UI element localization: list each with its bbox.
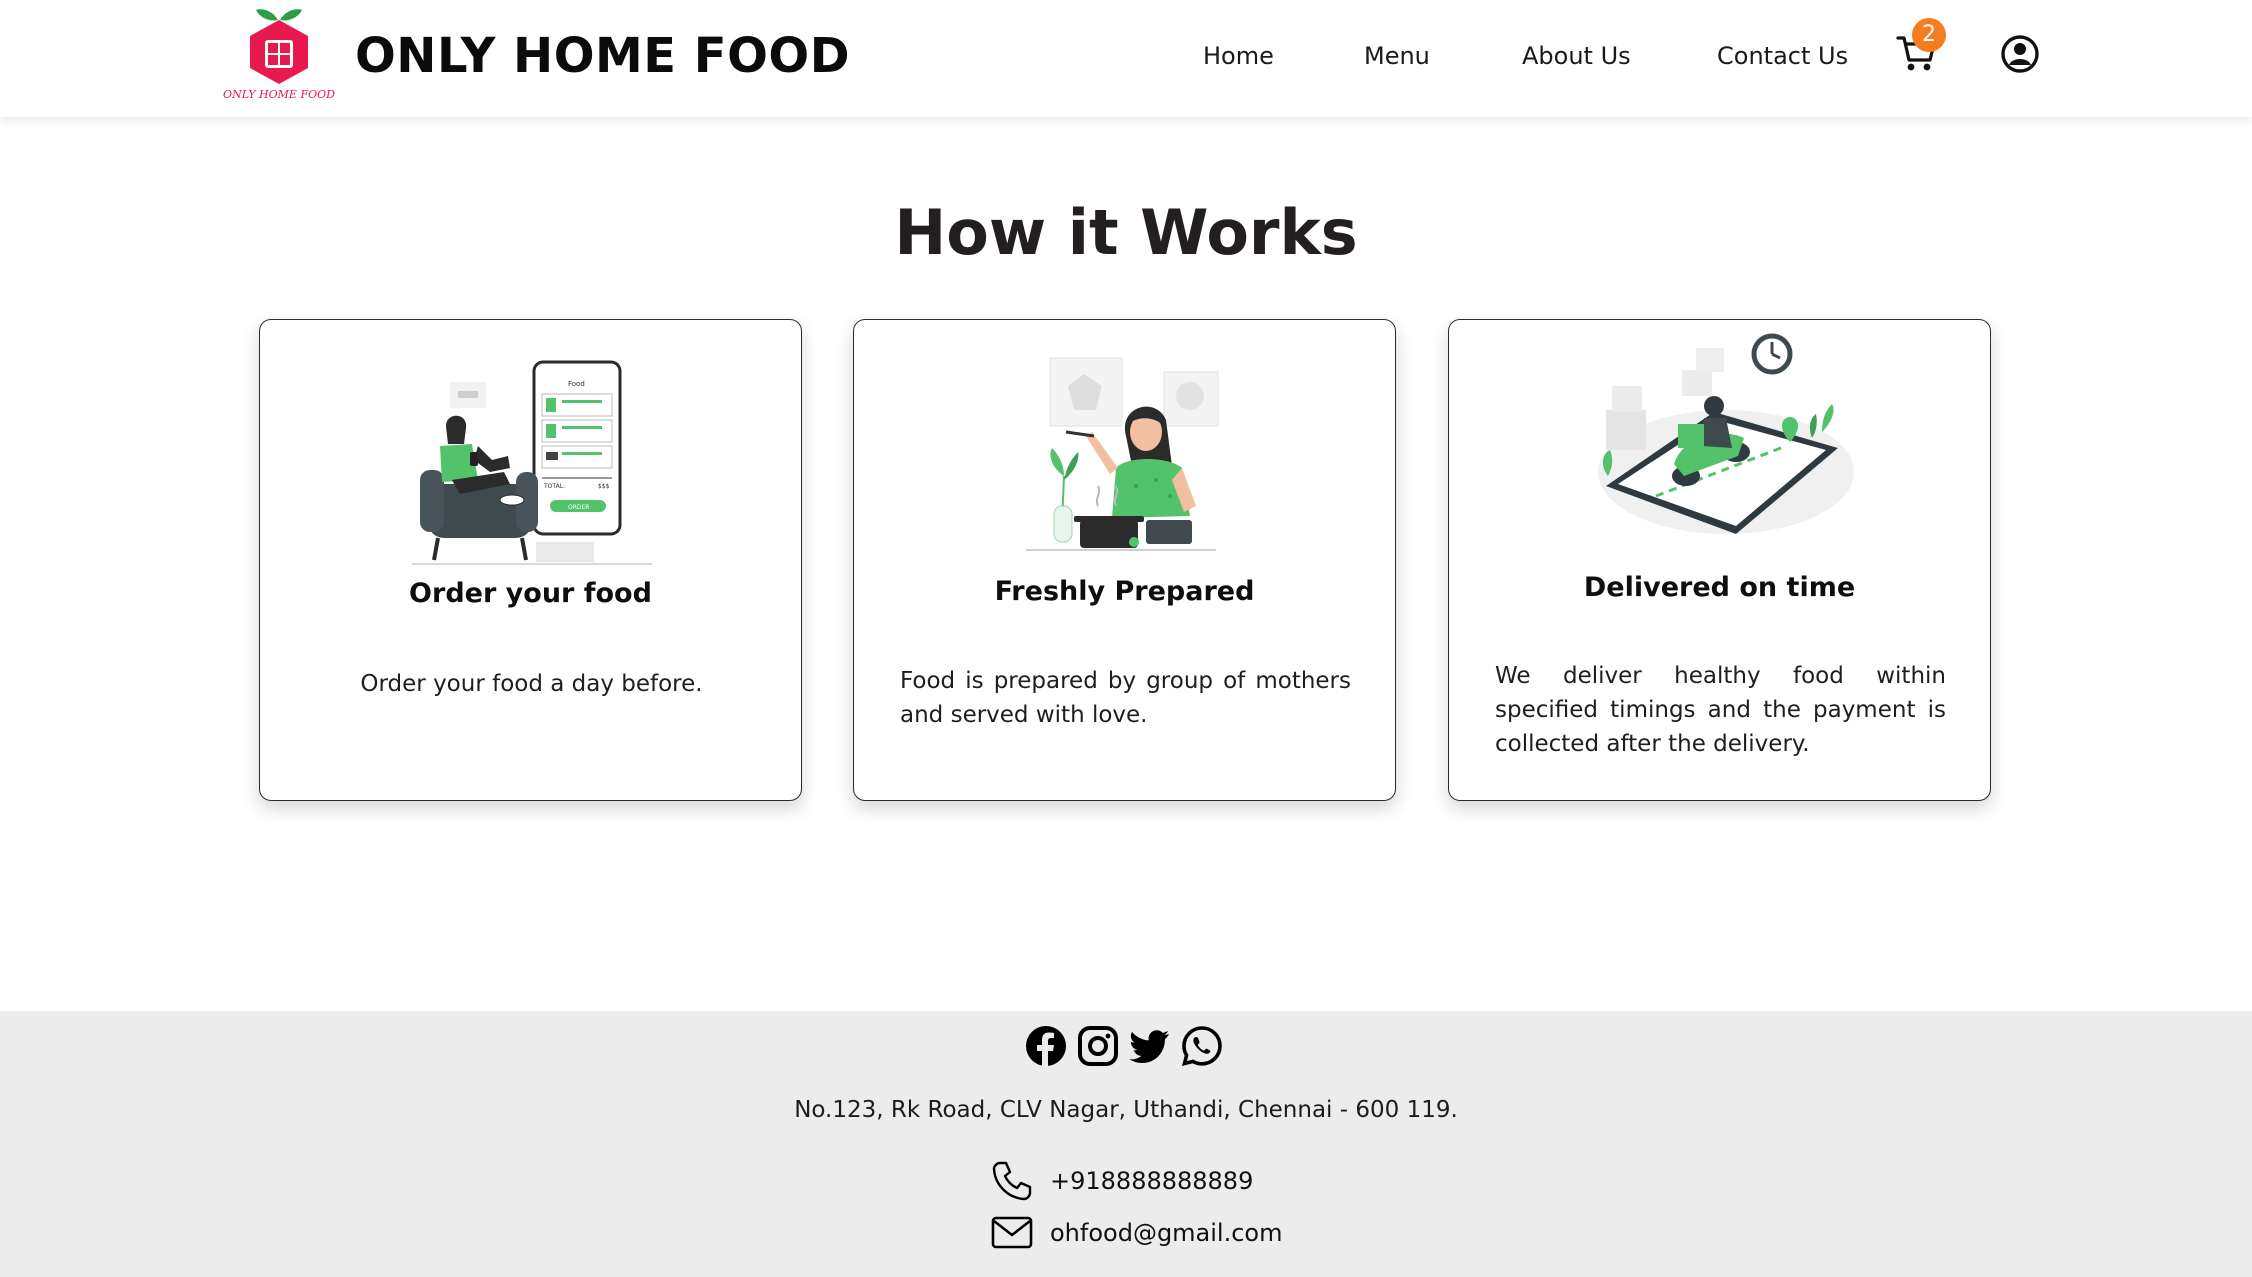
address-text: No.123, Rk Road, CLV Nagar, Uthandi, Che… xyxy=(794,1097,1458,1123)
email-contact: ohfood@gmail.com xyxy=(990,1211,1283,1255)
card-title: Order your food xyxy=(409,578,652,609)
nav-menu[interactable]: Menu xyxy=(1364,42,1430,70)
ordering-illustration: Food TOTAL: $$$ ORDER xyxy=(260,360,803,570)
brand-name[interactable]: ONLY HOME FOOD xyxy=(355,28,850,84)
card-text: We deliver healthy food within specified… xyxy=(1495,663,1946,757)
svg-text:ORDER: ORDER xyxy=(568,504,589,511)
card-text: Order your food a day before. xyxy=(360,671,703,697)
nav-home[interactable]: Home xyxy=(1203,42,1274,70)
svg-text:Food: Food xyxy=(568,380,585,388)
nav-contact-us[interactable]: Contact Us xyxy=(1717,42,1848,70)
mail-icon xyxy=(991,1216,1033,1249)
step-card-prepared: Freshly Prepared Food is prepared by gro… xyxy=(853,319,1396,801)
footer: No.123, Rk Road, CLV Nagar, Uthandi, Che… xyxy=(0,1011,2252,1277)
user-account-button[interactable] xyxy=(2000,34,2040,74)
card-title: Delivered on time xyxy=(1583,572,1856,603)
cart-count-badge: 2 xyxy=(1912,18,1946,52)
facebook-icon[interactable] xyxy=(1025,1025,1067,1067)
logo[interactable]: ONLY HOME FOOD xyxy=(222,4,336,104)
phone-contact: +918888888889 xyxy=(990,1159,1253,1203)
user-account-icon xyxy=(2001,35,2039,73)
svg-text:$$$: $$$ xyxy=(598,483,610,490)
step-card-delivered: Delivered on time We deliver healthy foo… xyxy=(1448,319,1991,801)
social-links xyxy=(1025,1025,1223,1067)
delivery-illustration xyxy=(1449,326,1992,546)
phone-icon xyxy=(992,1161,1032,1201)
card-title: Freshly Prepared xyxy=(994,576,1255,607)
email-address[interactable]: ohfood@gmail.com xyxy=(1050,1219,1283,1247)
cooking-illustration xyxy=(854,356,1397,566)
step-card-order: Food TOTAL: $$$ ORDER Order your food Or… xyxy=(259,319,802,801)
twitter-icon[interactable] xyxy=(1129,1025,1171,1067)
nav-about-us[interactable]: About Us xyxy=(1522,42,1631,70)
svg-text:TOTAL:: TOTAL: xyxy=(543,483,565,490)
section-title: How it Works xyxy=(894,196,1358,269)
logo-caption: ONLY HOME FOOD xyxy=(223,88,335,101)
whatsapp-icon[interactable] xyxy=(1181,1025,1223,1067)
phone-number[interactable]: +918888888889 xyxy=(1050,1167,1253,1195)
instagram-icon[interactable] xyxy=(1077,1025,1119,1067)
navbar: ONLY HOME FOOD ONLY HOME FOOD Home Menu … xyxy=(0,0,2252,117)
card-text: Food is prepared by group of mothers and… xyxy=(900,668,1351,728)
